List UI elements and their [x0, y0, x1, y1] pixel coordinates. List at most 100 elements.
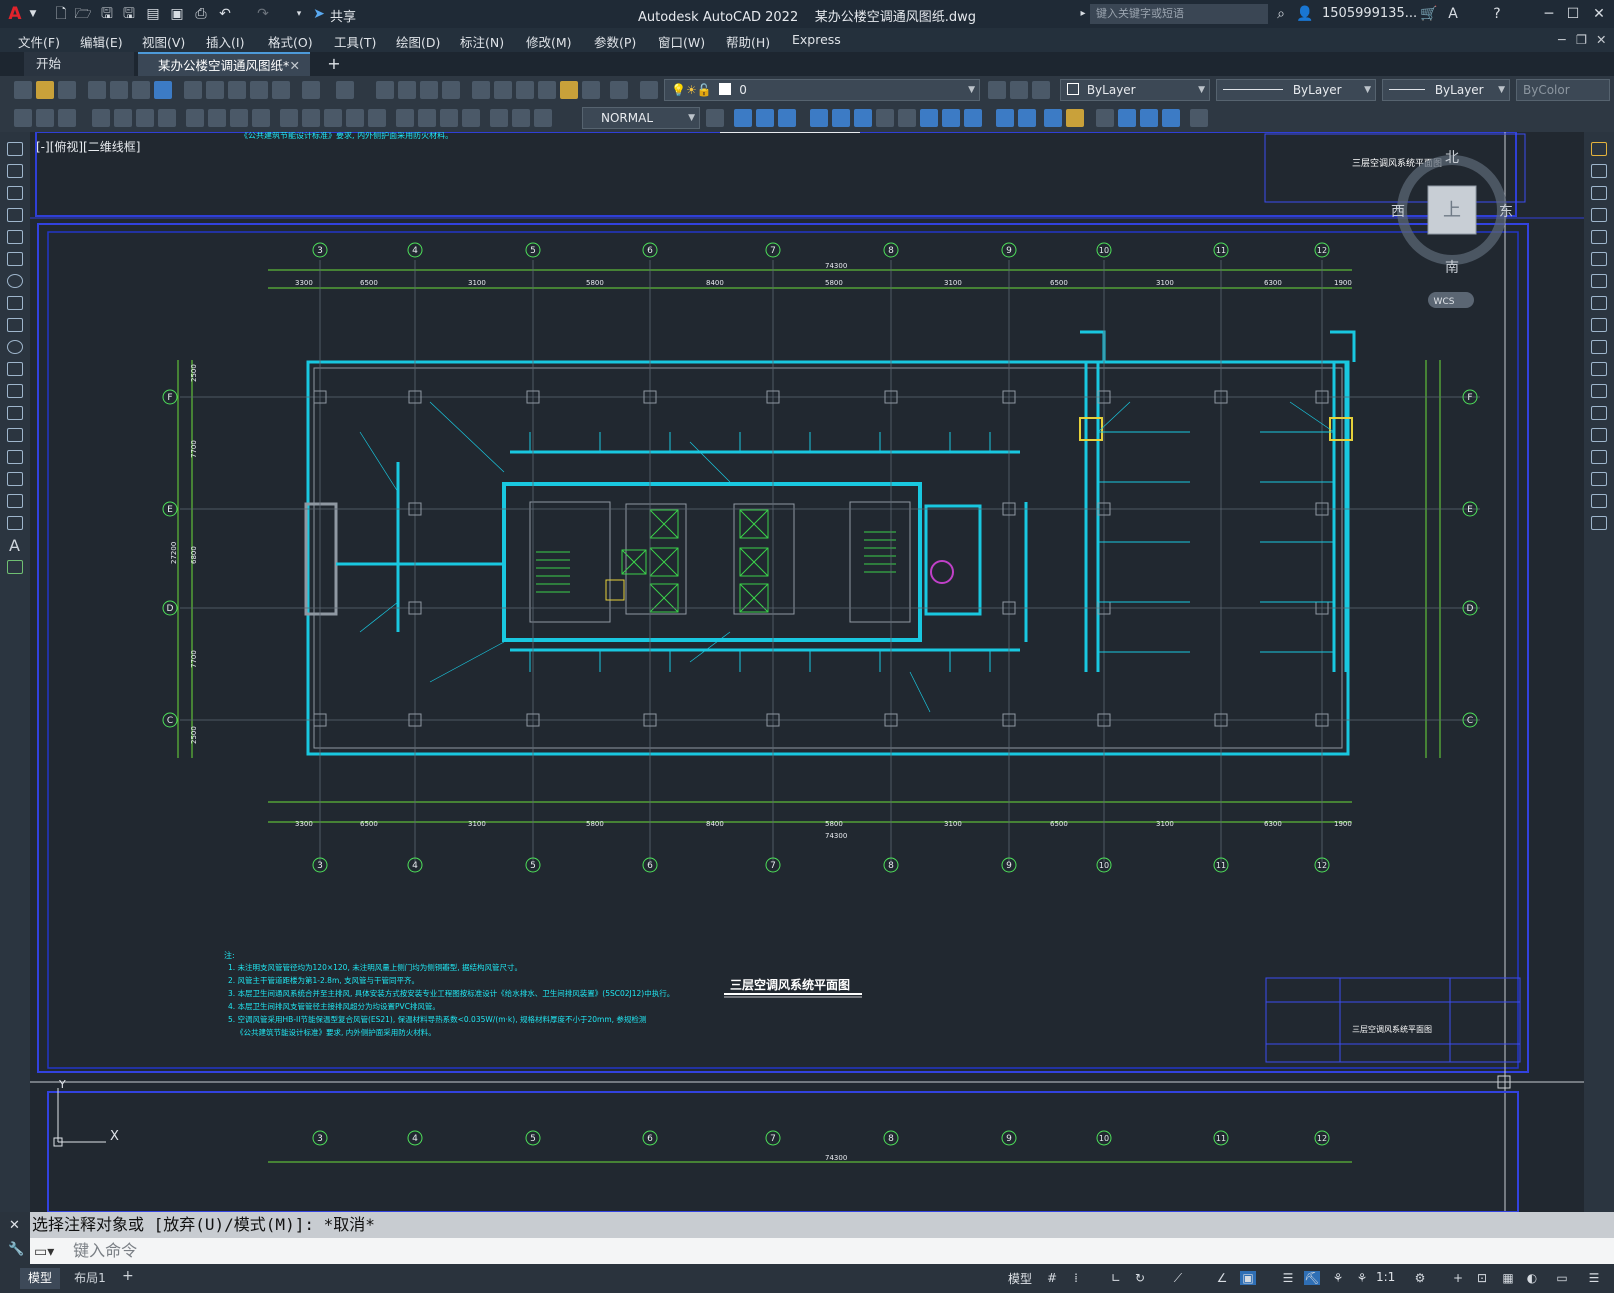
- plot-icon[interactable]: [88, 81, 106, 99]
- break-icon[interactable]: [1591, 406, 1607, 420]
- break-at-point-icon[interactable]: [1591, 384, 1607, 398]
- 3d-tool-icon[interactable]: [1066, 109, 1084, 127]
- 3d-tool-icon[interactable]: [1140, 109, 1158, 127]
- scale-icon[interactable]: [1591, 296, 1607, 310]
- print-icon[interactable]: ⎙: [192, 5, 210, 23]
- isolate-objects-icon[interactable]: ◐: [1524, 1271, 1540, 1285]
- menu-tools[interactable]: 工具(T): [334, 32, 376, 51]
- layout-tab-layout1[interactable]: 布局1: [66, 1268, 114, 1289]
- polyline-icon[interactable]: [7, 186, 23, 200]
- line-icon[interactable]: [7, 142, 23, 156]
- undo-tool-icon[interactable]: [302, 81, 320, 99]
- dim-space-icon[interactable]: [346, 109, 364, 127]
- modify-tool-icon[interactable]: [14, 109, 32, 127]
- object-snap-icon[interactable]: ▣: [1240, 1271, 1256, 1285]
- command-close-icon[interactable]: ✕: [9, 1218, 20, 1233]
- menu-help[interactable]: 帮助(H): [726, 32, 770, 51]
- jogged-dim-icon[interactable]: [208, 109, 226, 127]
- radius-dim-icon[interactable]: [186, 109, 204, 127]
- dim-text-edit-icon[interactable]: [512, 109, 530, 127]
- inspection-icon[interactable]: [440, 109, 458, 127]
- annotation-visibility-icon[interactable]: ⛏: [1304, 1271, 1320, 1285]
- app-menu-arrow-icon[interactable]: ▼: [24, 5, 42, 23]
- doc-restore-icon[interactable]: ❐: [1576, 32, 1587, 47]
- 3d-tool-icon[interactable]: [810, 109, 828, 127]
- 3d-tool-icon[interactable]: [964, 109, 982, 127]
- clean-screen-icon[interactable]: ▭: [1554, 1271, 1570, 1285]
- open-icon[interactable]: [36, 81, 54, 99]
- dim-update-icon[interactable]: [534, 109, 552, 127]
- dim-style-manager-icon[interactable]: [706, 109, 724, 127]
- move-icon[interactable]: [1591, 252, 1607, 266]
- tab-start[interactable]: 开始: [24, 52, 134, 76]
- 3d-tool-icon[interactable]: [942, 109, 960, 127]
- design-center-icon[interactable]: [494, 81, 512, 99]
- gradient-icon[interactable]: [7, 472, 23, 486]
- tab-close-icon[interactable]: ✕: [290, 54, 300, 78]
- preview-icon[interactable]: [110, 81, 128, 99]
- snap-mode-icon[interactable]: ⁞: [1068, 1271, 1084, 1285]
- baseline-dim-icon[interactable]: [302, 109, 320, 127]
- calculator-icon[interactable]: [582, 81, 600, 99]
- hatch-icon[interactable]: [7, 450, 23, 464]
- revision-cloud-icon[interactable]: [7, 296, 23, 310]
- trim-icon[interactable]: [1591, 340, 1607, 354]
- share-label[interactable]: 共享: [330, 6, 356, 25]
- viewcube[interactable]: 上 北 南 东 西 WCS: [1391, 150, 1513, 308]
- insert-block-icon[interactable]: [7, 384, 23, 398]
- menu-parametric[interactable]: 参数(P): [594, 32, 636, 51]
- properties-icon[interactable]: [472, 81, 490, 99]
- layer-state-icon[interactable]: [1032, 81, 1050, 99]
- 3d-tool-icon[interactable]: [1190, 109, 1208, 127]
- search-input[interactable]: 键入关键字或短语: [1090, 4, 1268, 24]
- 3d-tool-icon[interactable]: [898, 109, 916, 127]
- help-icon[interactable]: ?: [1488, 5, 1506, 23]
- command-input[interactable]: ▭▾ 键入命令: [30, 1238, 1614, 1264]
- 3d-tool-icon[interactable]: [778, 109, 796, 127]
- aligned-dim-icon[interactable]: [114, 109, 132, 127]
- rotate-icon[interactable]: [1591, 274, 1607, 288]
- diameter-dim-icon[interactable]: [230, 109, 248, 127]
- plotstyle-dropdown[interactable]: ByColor: [1516, 79, 1610, 101]
- linetype-dropdown[interactable]: ByLayer ▼: [1216, 79, 1376, 101]
- doc-close-icon[interactable]: ✕: [1596, 32, 1606, 47]
- tolerance-icon[interactable]: [396, 109, 414, 127]
- rectangle-icon[interactable]: [7, 230, 23, 244]
- open-file-icon[interactable]: 🗁: [74, 5, 92, 23]
- viewport-controls[interactable]: [-][俯视][二维线框]: [36, 138, 140, 155]
- annotation-monitor-icon[interactable]: +: [1450, 1271, 1466, 1285]
- drawing-canvas[interactable]: 三层空调风系统平面图 《公共建筑节能设计标准》要求, 内外侧护面采用防火材料。 …: [30, 132, 1584, 1212]
- markup-icon[interactable]: [560, 81, 578, 99]
- plot-preview-icon[interactable]: ▤: [144, 5, 162, 23]
- 3d-tool-icon[interactable]: [1096, 109, 1114, 127]
- block-editor-icon[interactable]: [272, 81, 290, 99]
- add-layout-icon[interactable]: +: [122, 1268, 134, 1284]
- customize-qat-icon[interactable]: ▾: [290, 5, 308, 23]
- blend-curves-icon[interactable]: [1591, 494, 1607, 508]
- add-selected-icon[interactable]: [7, 560, 23, 574]
- new-tab-icon[interactable]: +: [322, 52, 346, 76]
- chamfer-icon[interactable]: [1591, 450, 1607, 464]
- command-prompt-icon[interactable]: ▭▾: [34, 1239, 58, 1265]
- arc-icon[interactable]: [7, 252, 23, 266]
- menu-modify[interactable]: 修改(M): [526, 32, 572, 51]
- customize-status-icon[interactable]: ☰: [1586, 1271, 1602, 1285]
- autodesk-a360-icon[interactable]: A: [1444, 5, 1462, 23]
- viewcube-north[interactable]: 北: [1445, 150, 1459, 166]
- search-icon[interactable]: ⌕: [1272, 5, 1290, 23]
- construction-line-icon[interactable]: [7, 164, 23, 178]
- 3d-tool-icon[interactable]: [734, 109, 752, 127]
- export-icon[interactable]: ▣: [168, 5, 186, 23]
- menu-format[interactable]: 格式(O): [268, 32, 313, 51]
- viewcube-east[interactable]: 东: [1499, 204, 1513, 220]
- save-icon[interactable]: 🖫: [98, 5, 116, 23]
- 3d-tool-icon[interactable]: [876, 109, 894, 127]
- menu-edit[interactable]: 编辑(E): [80, 32, 123, 51]
- menu-draw[interactable]: 绘图(D): [396, 32, 440, 51]
- save-tool-icon[interactable]: [58, 81, 76, 99]
- publish-icon[interactable]: [132, 81, 150, 99]
- 3d-tool-icon[interactable]: [920, 109, 938, 127]
- linear-dim-icon[interactable]: [92, 109, 110, 127]
- isometric-icon[interactable]: ⟋: [1170, 1271, 1186, 1285]
- viewcube-west[interactable]: 西: [1391, 204, 1405, 220]
